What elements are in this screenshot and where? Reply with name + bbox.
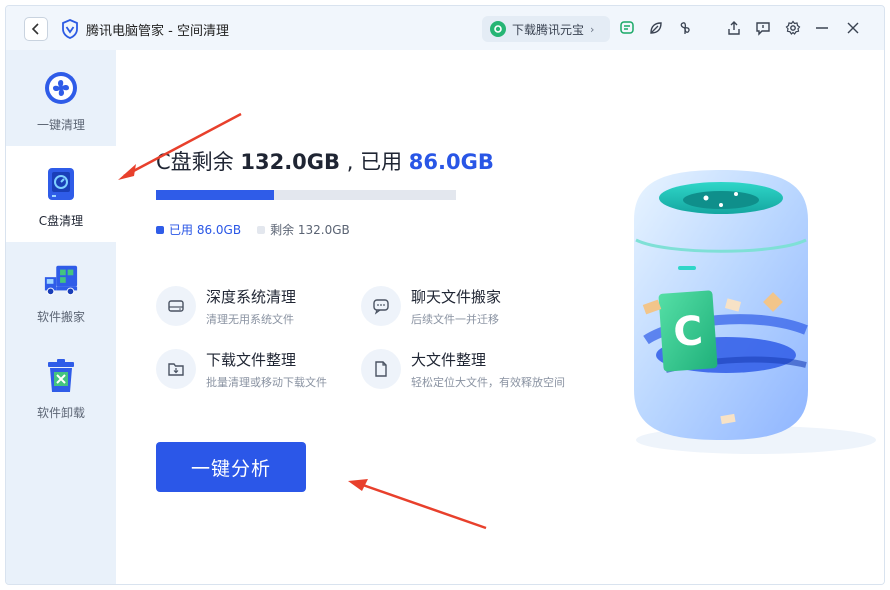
feature-title: 聊天文件搬家 [411, 288, 502, 306]
feature-large-file-organize[interactable]: 大文件整理 轻松定位大文件，有效释放空间 [361, 349, 581, 395]
settings-icon[interactable] [784, 19, 802, 37]
truck-move-icon [43, 262, 79, 298]
fan-icon[interactable] [676, 19, 694, 37]
feature-desc: 轻松定位大文件，有效释放空间 [411, 376, 565, 389]
legend-free-swatch [257, 225, 266, 234]
sidebar-item-software-uninstall[interactable]: 软件卸载 [6, 338, 116, 434]
hard-drive-icon [156, 286, 196, 326]
app-window: 腾讯电脑管家 - 空间清理 下载腾讯元宝 › 一键清理 C盘清理 软件搬家 软件… [5, 5, 885, 585]
yuanbao-icon [490, 21, 506, 37]
legend-used-label: 已用 86.0GB [169, 223, 242, 237]
back-icon [31, 23, 39, 35]
legend-free-label: 剩余 132.0GB [270, 223, 350, 237]
feature-desc: 批量清理或移动下载文件 [206, 376, 327, 389]
main-panel: C盘剩余 132.0GB , 已用 86.0GB 已用 86.0GB 剩余 13… [116, 50, 884, 584]
disk-usage-fill [156, 190, 275, 200]
download-yuanbao-button[interactable]: 下载腾讯元宝 › [482, 16, 610, 42]
share-icon[interactable] [725, 19, 743, 37]
feature-title: 大文件整理 [411, 351, 487, 369]
sidebar-item-c-disk-clean[interactable]: C盘清理 [6, 146, 116, 242]
window-title: 腾讯电脑管家 - 空间清理 [86, 24, 229, 39]
feature-download-organize[interactable]: 下载文件整理 批量清理或移动下载文件 [156, 349, 376, 395]
feature-chat-file-move[interactable]: 聊天文件搬家 后续文件一并迁移 [361, 286, 581, 332]
disk-used-value: 86.0GB [408, 150, 494, 174]
chat-list-icon[interactable] [618, 19, 636, 37]
disk-legend: 已用 86.0GB 剩余 132.0GB [156, 221, 350, 238]
annotation-arrow-bottom [348, 479, 487, 530]
disk-c-icon [43, 166, 79, 202]
sidebar-item-label: C盘清理 [38, 214, 84, 228]
minimize-icon[interactable] [813, 19, 831, 37]
legend-used-swatch [156, 225, 164, 234]
document-icon [361, 349, 401, 389]
close-icon[interactable] [844, 19, 862, 37]
trash-uninstall-icon [43, 358, 79, 394]
analyze-button[interactable]: 一键分析 [156, 442, 306, 492]
disk-free-value: 132.0GB [240, 150, 341, 174]
annotation-arrow-left [118, 112, 242, 180]
feedback-icon[interactable] [754, 19, 772, 37]
sidebar-item-software-move[interactable]: 软件搬家 [6, 242, 116, 338]
sidebar-item-label: 软件卸载 [36, 406, 85, 420]
disk-cleaner-illustration: C [634, 170, 876, 454]
sidebar-item-label: 软件搬家 [36, 310, 85, 324]
back-button[interactable] [24, 17, 48, 41]
feature-title: 深度系统清理 [206, 288, 297, 306]
disk-used-prefix: , 已用 [346, 150, 403, 174]
download-label: 下载腾讯元宝 [512, 22, 585, 37]
disk-usage-bar [156, 190, 456, 200]
chat-icon [361, 286, 401, 326]
sidebar-item-one-click-clean[interactable]: 一键清理 [6, 50, 116, 146]
chevron-right-icon: › [590, 22, 595, 36]
feature-title: 下载文件整理 [206, 351, 297, 369]
sidebar-item-label: 一键清理 [36, 118, 85, 132]
download-folder-icon [156, 349, 196, 389]
title-bar: 腾讯电脑管家 - 空间清理 下载腾讯元宝 › [6, 6, 884, 50]
fan-clean-icon [43, 70, 79, 106]
sidebar: 一键清理 C盘清理 软件搬家 软件卸载 [6, 50, 116, 584]
feature-desc: 清理无用系统文件 [206, 313, 294, 326]
feature-deep-system-clean[interactable]: 深度系统清理 清理无用系统文件 [156, 286, 376, 332]
shield-logo-icon [62, 19, 78, 39]
feature-desc: 后续文件一并迁移 [411, 313, 499, 326]
leaf-icon[interactable] [647, 19, 665, 37]
svg-text:C: C [672, 308, 704, 356]
